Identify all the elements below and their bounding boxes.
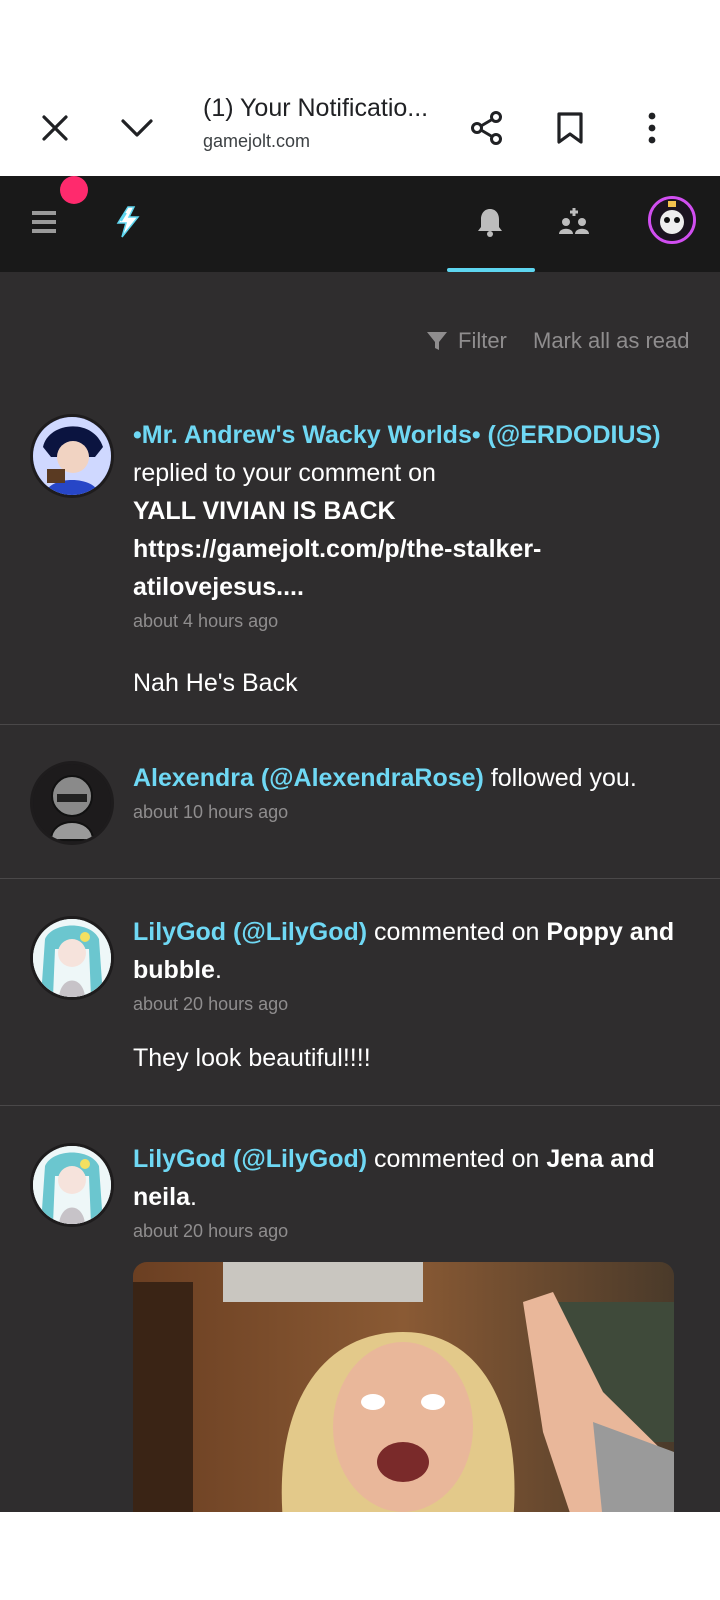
timestamp: about 20 hours ago	[133, 1221, 289, 1241]
timestamp: about 20 hours ago	[133, 994, 289, 1014]
user-link[interactable]: Alexendra (@AlexendraRose)	[133, 764, 484, 792]
bookmark-icon[interactable]	[550, 108, 590, 148]
action-text: commented on	[367, 918, 547, 946]
timestamp: about 10 hours ago	[133, 802, 289, 822]
menu-icon[interactable]	[24, 202, 64, 242]
close-icon[interactable]	[35, 108, 75, 148]
page-url: gamejolt.com	[203, 131, 311, 151]
avatar[interactable]	[30, 414, 114, 498]
suffix-text: .	[189, 1183, 197, 1211]
comment-gif[interactable]	[133, 1262, 674, 1512]
notification-text: •Mr. Andrew's Wacky Worlds• (@ERDODIUS) …	[133, 410, 690, 702]
notification-item[interactable]: •Mr. Andrew's Wacky Worlds• (@ERDODIUS) …	[0, 410, 720, 725]
user-link[interactable]: •Mr. Andrew's Wacky Worlds• (@ERDODIUS)	[133, 421, 661, 449]
browser-title-area[interactable]: (1) Your Notificatio... gamejolt.com	[203, 94, 453, 152]
action-text: followed you.	[483, 764, 637, 792]
avatar[interactable]	[30, 761, 114, 845]
timestamp: about 4 hours ago	[133, 611, 279, 631]
bottom-area	[0, 1512, 720, 1596]
app-navbar	[0, 176, 720, 272]
user-link[interactable]: LilyGod (@LilyGod)	[133, 918, 367, 946]
notification-text: Alexendra (@AlexendraRose) followed you.…	[133, 725, 690, 825]
share-icon[interactable]	[467, 108, 507, 148]
target-link[interactable]: YALL VIVIAN IS BACK https://gamejolt.com…	[133, 497, 541, 601]
notifications-header: Filter Mark all as read	[0, 272, 720, 410]
mark-all-read-button[interactable]: Mark all as read	[533, 328, 690, 354]
bell-icon[interactable]	[464, 200, 516, 244]
action-text: replied to your comment on	[133, 459, 436, 487]
chevron-down-icon[interactable]	[117, 108, 157, 148]
gamejolt-logo-icon[interactable]	[108, 202, 148, 242]
notifications-panel: Filter Mark all as read •Mr. Andrew's Wa…	[0, 272, 720, 1512]
notification-dot	[60, 176, 88, 204]
avatar[interactable]	[30, 916, 114, 1000]
user-link[interactable]: LilyGod (@LilyGod)	[133, 1145, 367, 1173]
filter-button[interactable]: Filter	[426, 328, 507, 354]
filter-label: Filter	[458, 328, 507, 353]
notification-item[interactable]: LilyGod (@LilyGod) commented on Poppy an…	[0, 879, 720, 1106]
notification-text: LilyGod (@LilyGod) commented on Poppy an…	[133, 879, 690, 1077]
page-title: (1) Your Notificatio...	[203, 94, 429, 122]
friends-icon[interactable]	[550, 200, 598, 244]
notification-item[interactable]: Alexendra (@AlexendraRose) followed you.…	[0, 725, 720, 879]
more-options-icon[interactable]	[632, 108, 672, 148]
notification-item[interactable]: LilyGod (@LilyGod) commented on Jena and…	[0, 1106, 720, 1512]
action-text: commented on	[367, 1145, 547, 1173]
suffix-text: .	[214, 956, 222, 984]
filter-icon	[427, 332, 447, 350]
avatar[interactable]	[30, 1143, 114, 1227]
comment-text: Nah He's Back	[133, 669, 298, 697]
status-bar-area	[0, 0, 720, 80]
user-avatar[interactable]	[648, 196, 696, 244]
comment-text: They look beautiful!!!!	[133, 1044, 371, 1072]
browser-toolbar: (1) Your Notificatio... gamejolt.com	[0, 80, 720, 176]
notification-text: LilyGod (@LilyGod) commented on Jena and…	[133, 1106, 690, 1512]
